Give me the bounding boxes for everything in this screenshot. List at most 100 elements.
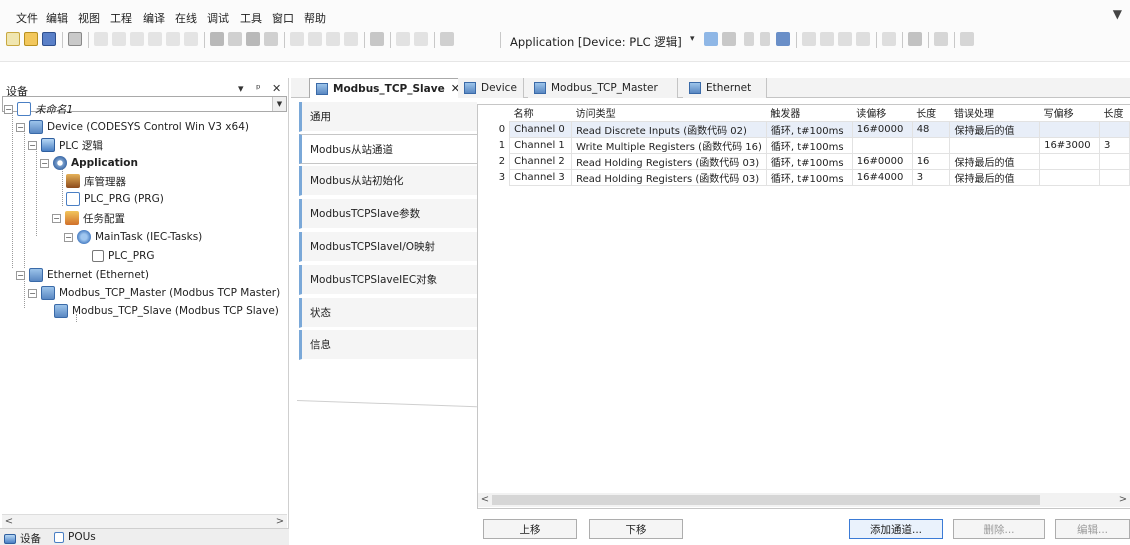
run-icon[interactable] (744, 32, 754, 46)
col-access-type[interactable]: 访问类型 (571, 105, 767, 121)
table-cell[interactable]: Read Holding Registers (函数代码 03) (571, 152, 767, 170)
tree-item-device[interactable]: − Device (CODESYS Control Win V3 x64) (16, 118, 249, 136)
tree-item-task-config[interactable]: − 任务配置 (52, 209, 125, 227)
move-down-button[interactable]: 下移 (589, 519, 683, 539)
table-row[interactable]: 1 Channel 1 Write Multiple Registers (函数… (478, 136, 1130, 154)
tree-item-plc-logic[interactable]: − PLC 逻辑 (28, 136, 103, 154)
tab-devices[interactable]: 设备 (4, 531, 41, 545)
copy-icon[interactable] (148, 32, 162, 46)
replace-icon[interactable] (228, 32, 242, 46)
table-cell[interactable] (1098, 120, 1130, 138)
collapse-icon[interactable]: − (16, 270, 25, 280)
table-cell[interactable]: Read Holding Registers (函数代码 03) (571, 168, 767, 186)
table-cell[interactable]: 循环, t#100ms (765, 120, 853, 138)
scroll-right-icon[interactable]: > (273, 515, 287, 529)
cut-icon[interactable] (130, 32, 144, 46)
bookmark-prev-icon[interactable] (326, 32, 340, 46)
col-trigger[interactable]: 触发器 (766, 105, 853, 121)
tab-modbus-tcp-master[interactable]: Modbus_TCP_Master (528, 78, 678, 98)
side-tab-info[interactable]: 信息 (299, 330, 477, 360)
tree-item-modbus-master[interactable]: − Modbus_TCP_Master (Modbus TCP Master) (28, 284, 280, 302)
table-cell[interactable]: Write Multiple Registers (函数代码 16) (571, 136, 767, 154)
table-row[interactable]: 0 Channel 0 Read Discrete Inputs (函数代码 0… (478, 120, 1130, 138)
online-change-icon[interactable] (960, 32, 974, 46)
side-tab-slave-params[interactable]: ModbusTCPSlave参数 (299, 199, 477, 229)
table-cell[interactable] (1039, 120, 1100, 138)
redo-icon[interactable] (112, 32, 126, 46)
table-cell[interactable]: 保持最后的值 (949, 168, 1041, 186)
delete-icon[interactable] (184, 32, 198, 46)
save-icon[interactable] (42, 32, 56, 46)
move-up-button[interactable]: 上移 (483, 519, 577, 539)
table-cell[interactable]: 16 (911, 152, 951, 170)
tree-item-ethernet[interactable]: − Ethernet (Ethernet) (16, 266, 149, 284)
scrollbar-thumb[interactable] (492, 495, 1040, 505)
collapse-icon[interactable]: − (40, 158, 49, 168)
table-cell[interactable]: Channel 2 (509, 152, 573, 170)
table-cell[interactable]: 保持最后的值 (949, 120, 1041, 138)
step-over-icon[interactable] (802, 32, 816, 46)
pin-icon[interactable]: ᵖ (256, 82, 261, 95)
collapse-icon[interactable]: − (16, 122, 25, 132)
undo-icon[interactable] (94, 32, 108, 46)
delete-button[interactable]: 删除... (953, 519, 1045, 539)
tab-ethernet[interactable]: Ethernet (683, 78, 767, 98)
print-icon[interactable] (68, 32, 82, 46)
table-cell[interactable] (851, 136, 913, 154)
side-tab-io-mapping[interactable]: ModbusTCPSlaveI/O映射 (299, 232, 477, 262)
side-tab-iec-objects[interactable]: ModbusTCPSlaveIEC对象 (299, 265, 477, 295)
table-cell[interactable]: 循环, t#100ms (765, 168, 853, 186)
table-cell[interactable]: 保持最后的值 (949, 152, 1041, 170)
logout-icon[interactable] (722, 32, 736, 46)
active-application-selector[interactable]: Application [Device: PLC 逻辑] (510, 34, 682, 50)
tab-pous[interactable]: POUs (54, 531, 96, 543)
collapse-icon[interactable]: − (28, 140, 37, 150)
table-cell[interactable] (1098, 152, 1130, 170)
scroll-right-icon[interactable]: > (1116, 493, 1130, 507)
close-icon[interactable]: ✕ (272, 82, 281, 95)
find-next-icon[interactable] (246, 32, 260, 46)
table-cell[interactable]: 循环, t#100ms (765, 136, 853, 154)
rebuild-icon[interactable] (414, 32, 428, 46)
side-tab-slave-channels[interactable]: Modbus从站通道 (299, 134, 477, 164)
table-cell[interactable]: 3 (911, 168, 951, 186)
find-prev-icon[interactable] (264, 32, 278, 46)
col-read-offset[interactable]: 读偏移 (852, 105, 913, 121)
table-cell[interactable]: 16#0000 (851, 152, 913, 170)
devices-horizontal-scrollbar[interactable]: < > (2, 514, 287, 528)
panel-menu-icon[interactable]: ▾ (238, 82, 244, 95)
table-cell[interactable] (1098, 168, 1130, 186)
collapse-icon[interactable]: − (4, 104, 13, 114)
scroll-left-icon[interactable]: < (478, 493, 492, 507)
login-icon[interactable] (704, 32, 718, 46)
collapse-icon[interactable]: − (64, 232, 73, 242)
table-cell[interactable]: Channel 0 (509, 120, 573, 138)
build-icon[interactable] (370, 32, 384, 46)
tab-modbus-tcp-slave[interactable]: Modbus_TCP_Slave ✕ (309, 78, 467, 98)
tree-item-plc-prg[interactable]: PLC_PRG (PRG) (66, 190, 164, 208)
table-cell[interactable]: 循环, t#100ms (765, 152, 853, 170)
table-cell[interactable]: 16#3000 (1039, 136, 1100, 154)
add-channel-button[interactable]: 添加通道... (849, 519, 943, 539)
table-cell[interactable]: Channel 3 (509, 168, 573, 186)
chevron-down-icon[interactable]: ▾ (690, 34, 695, 44)
col-write-offset[interactable]: 写偏移 (1039, 105, 1100, 121)
table-cell[interactable]: 48 (911, 120, 951, 138)
col-error-handling[interactable]: 错误处理 (949, 105, 1040, 121)
force-icon[interactable] (908, 32, 922, 46)
tab-device[interactable]: Device (458, 78, 524, 98)
scroll-left-icon[interactable]: < (2, 515, 16, 529)
table-cell[interactable]: Channel 1 (509, 136, 573, 154)
table-cell[interactable]: 3 (1098, 136, 1130, 154)
stop-icon[interactable] (760, 32, 770, 46)
device-icon[interactable] (440, 32, 454, 46)
table-cell[interactable]: Read Discrete Inputs (函数代码 02) (571, 120, 767, 138)
table-cell[interactable] (911, 136, 951, 154)
tree-item-maintask[interactable]: − MainTask (IEC-Tasks) (64, 228, 202, 246)
filter-icon[interactable]: ▼ (1113, 7, 1122, 21)
generate-icon[interactable] (396, 32, 410, 46)
watch-icon[interactable] (882, 32, 896, 46)
paste-icon[interactable] (166, 32, 180, 46)
edit-button[interactable]: 编辑... (1055, 519, 1130, 539)
table-cell[interactable]: 16#0000 (851, 120, 913, 138)
